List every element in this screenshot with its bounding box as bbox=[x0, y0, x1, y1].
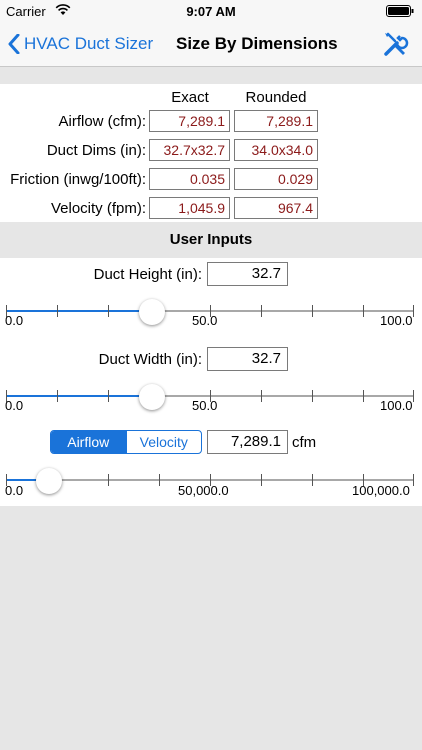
velocity-rounded-value: 967.4 bbox=[234, 197, 318, 219]
slider-tick bbox=[57, 390, 58, 402]
width-mid-label: 50.0 bbox=[192, 398, 218, 413]
slider-tick bbox=[363, 305, 364, 317]
width-min-label: 0.0 bbox=[5, 398, 24, 413]
battery-icon bbox=[386, 5, 414, 17]
duct-width-input[interactable]: 32.7 bbox=[207, 347, 288, 371]
slider-thumb[interactable] bbox=[139, 299, 166, 325]
column-header-rounded: Rounded bbox=[245, 89, 307, 106]
friction-exact-value: 0.035 bbox=[149, 168, 230, 190]
slider-tick bbox=[159, 474, 160, 486]
height-mid-label: 50.0 bbox=[192, 313, 218, 328]
tools-icon[interactable] bbox=[382, 30, 410, 58]
segment-velocity[interactable]: Velocity bbox=[125, 431, 202, 453]
slider-tick bbox=[312, 305, 313, 317]
height-min-label: 0.0 bbox=[5, 313, 24, 328]
slider-tick bbox=[413, 390, 414, 402]
friction-label: Friction (inwg/100ft): bbox=[10, 171, 146, 188]
slider-fill bbox=[6, 479, 36, 481]
velocity-label: Velocity (fpm): bbox=[50, 200, 146, 217]
velocity-exact-value: 1,045.9 bbox=[149, 197, 230, 219]
slider-tick bbox=[413, 474, 414, 486]
airflow-label: Airflow (cfm): bbox=[58, 113, 147, 130]
back-button-label: HVAC Duct Sizer bbox=[24, 34, 154, 53]
navigation-bar: HVAC Duct Sizer Size By Dimensions bbox=[0, 22, 422, 67]
slider-tick bbox=[261, 305, 262, 317]
height-max-label: 100.0 bbox=[380, 313, 413, 328]
duct-height-label: Duct Height (in): bbox=[93, 266, 202, 283]
slider-tick bbox=[108, 305, 109, 317]
clock: 9:07 AM bbox=[186, 4, 236, 19]
friction-rounded-value: 0.029 bbox=[234, 168, 318, 190]
page-title: Size By Dimensions bbox=[176, 34, 338, 53]
slider-tick bbox=[413, 305, 414, 317]
slider-thumb[interactable] bbox=[35, 468, 62, 494]
duct-width-label: Duct Width (in): bbox=[98, 351, 202, 368]
section-header-user-inputs: User Inputs bbox=[0, 222, 422, 258]
slider-thumb[interactable] bbox=[139, 384, 166, 410]
segment-airflow[interactable]: Airflow bbox=[51, 431, 126, 453]
slider-tick bbox=[312, 474, 313, 486]
duct-dims-rounded-value: 34.0x34.0 bbox=[234, 139, 318, 161]
slider-tick bbox=[108, 474, 109, 486]
slider-fill bbox=[6, 395, 140, 397]
slider-tick bbox=[363, 390, 364, 402]
slider-tick bbox=[261, 390, 262, 402]
column-header-exact: Exact bbox=[171, 89, 209, 106]
airflow-min-label: 0.0 bbox=[5, 483, 24, 498]
airflow-mid-label: 50,000.0 bbox=[178, 483, 229, 498]
slider-fill bbox=[6, 310, 140, 312]
duct-dims-exact-value: 32.7x32.7 bbox=[149, 139, 230, 161]
back-button[interactable]: HVAC Duct Sizer bbox=[8, 32, 153, 56]
slider-tick bbox=[261, 474, 262, 486]
width-max-label: 100.0 bbox=[380, 398, 413, 413]
slider-tick bbox=[57, 305, 58, 317]
airflow-input[interactable]: 7,289.1 bbox=[207, 430, 288, 454]
slider-tick bbox=[108, 390, 109, 402]
airflow-velocity-segmented-control[interactable]: Airflow Velocity bbox=[50, 430, 202, 454]
duct-height-input[interactable]: 32.7 bbox=[207, 262, 288, 286]
duct-dims-label: Duct Dims (in): bbox=[46, 142, 146, 159]
airflow-unit-label: cfm bbox=[292, 434, 317, 451]
results-panel: Exact Rounded Airflow (cfm): 7,289.1 7,2… bbox=[0, 84, 422, 222]
airflow-max-label: 100,000.0 bbox=[352, 483, 410, 498]
airflow-rounded-value: 7,289.1 bbox=[234, 110, 318, 132]
slider-tick bbox=[312, 390, 313, 402]
chevron-left-icon bbox=[8, 34, 20, 54]
airflow-exact-value: 7,289.1 bbox=[149, 110, 230, 132]
status-bar: Carrier 9:07 AM bbox=[0, 0, 422, 22]
